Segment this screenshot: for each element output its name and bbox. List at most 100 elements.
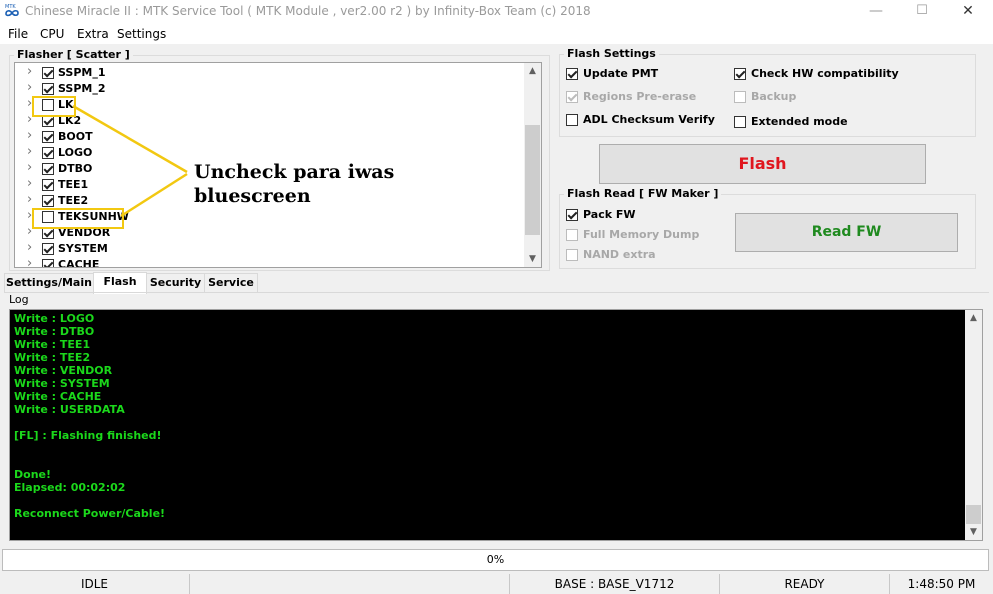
scroll-thumb[interactable] bbox=[525, 125, 540, 235]
maximize-button[interactable]: ☐ bbox=[899, 0, 945, 24]
partition-checkbox[interactable] bbox=[42, 163, 54, 175]
annotation-line-1: Uncheck para iwas bbox=[194, 161, 395, 183]
annotation-line-2: bluescreen bbox=[194, 185, 311, 207]
expand-arrow-icon[interactable]: › bbox=[27, 160, 32, 175]
partition-row[interactable]: › SSPM_2 bbox=[15, 80, 515, 97]
scroll-up-icon[interactable]: ▲ bbox=[524, 63, 541, 79]
option-label: Full Memory Dump bbox=[583, 228, 700, 241]
menu-extra[interactable]: Extra bbox=[77, 27, 109, 41]
minimize-button[interactable]: — bbox=[853, 0, 899, 24]
option-label: Backup bbox=[751, 90, 797, 103]
partition-checkbox[interactable] bbox=[42, 243, 54, 255]
log-line: Write : VENDOR bbox=[14, 364, 113, 377]
option-checkbox[interactable] bbox=[734, 68, 746, 80]
option-checkbox bbox=[566, 91, 578, 103]
partition-checkbox[interactable] bbox=[42, 195, 54, 207]
expand-arrow-icon[interactable]: › bbox=[27, 128, 32, 143]
partition-label: LOGO bbox=[58, 146, 93, 159]
menu-bar: File CPU Extra Settings bbox=[0, 24, 993, 44]
expand-arrow-icon[interactable]: › bbox=[27, 192, 32, 207]
option-checkbox[interactable] bbox=[566, 68, 578, 80]
partition-checkbox[interactable] bbox=[42, 83, 54, 95]
flash-read-title: Flash Read [ FW Maker ] bbox=[564, 187, 722, 200]
annotation-text: Uncheck para iwas bluescreen bbox=[194, 160, 394, 208]
svg-text:MTK: MTK bbox=[5, 4, 16, 10]
log-scrollbar[interactable]: ▲ ▼ bbox=[965, 310, 982, 540]
partition-checkbox[interactable] bbox=[42, 259, 54, 267]
highlight-teksunhw bbox=[32, 208, 124, 229]
highlight-lk bbox=[32, 96, 76, 117]
close-button[interactable]: ✕ bbox=[945, 0, 991, 24]
partition-checkbox[interactable] bbox=[42, 179, 54, 191]
partition-label: SSPM_1 bbox=[58, 66, 106, 79]
log-line: Write : CACHE bbox=[14, 390, 102, 403]
status-bar: IDLE BASE : BASE_V1712 READY 1:48:50 PM bbox=[0, 574, 993, 594]
log-line: [FL] : Flashing finished! bbox=[14, 429, 162, 442]
tab-divider bbox=[4, 292, 989, 293]
flash-button-label: Flash bbox=[738, 154, 787, 173]
option-label: Pack FW bbox=[583, 208, 636, 221]
mtk-infinity-icon: MTK bbox=[5, 4, 19, 17]
log-scroll-up-icon[interactable]: ▲ bbox=[965, 310, 982, 326]
menu-file[interactable]: File bbox=[8, 27, 28, 41]
log-line: Reconnect Power/Cable! bbox=[14, 507, 166, 520]
partition-row[interactable]: › SSPM_1 bbox=[15, 64, 515, 81]
option-checkbox bbox=[734, 91, 746, 103]
read-fw-button-label: Read FW bbox=[811, 224, 882, 240]
flasher-title: Flasher [ Scatter ] bbox=[14, 48, 133, 61]
log-scroll-down-icon[interactable]: ▼ bbox=[965, 524, 982, 540]
partition-row[interactable]: › LK2 bbox=[15, 112, 515, 129]
partition-row[interactable]: › BOOT bbox=[15, 128, 515, 145]
expand-arrow-icon[interactable]: › bbox=[27, 240, 32, 255]
tab-flash[interactable]: Flash bbox=[93, 272, 147, 294]
expand-arrow-icon[interactable]: › bbox=[27, 144, 32, 159]
scroll-down-icon[interactable]: ▼ bbox=[524, 251, 541, 267]
option-checkbox bbox=[566, 229, 578, 241]
log-line: Write : LOGO bbox=[14, 312, 95, 325]
option-label: Update PMT bbox=[583, 67, 659, 80]
title-bar: MTK Chinese Miracle II : MTK Service Too… bbox=[0, 0, 993, 24]
partition-row[interactable]: › LK bbox=[15, 96, 515, 113]
status-base: BASE : BASE_V1712 bbox=[510, 574, 720, 594]
tree-scrollbar[interactable]: ▲ ▼ bbox=[524, 63, 541, 267]
menu-cpu[interactable]: CPU bbox=[40, 27, 64, 41]
read-fw-button[interactable]: Read FW bbox=[735, 213, 958, 252]
log-line: Done! bbox=[14, 468, 51, 481]
log-line: Write : TEE1 bbox=[14, 338, 91, 351]
expand-arrow-icon[interactable]: › bbox=[27, 256, 32, 267]
log-line: Write : TEE2 bbox=[14, 351, 91, 364]
flash-settings-title: Flash Settings bbox=[564, 47, 659, 60]
partition-row[interactable]: › LOGO bbox=[15, 144, 515, 161]
window-title: Chinese Miracle II : MTK Service Tool ( … bbox=[25, 4, 591, 18]
log-scroll-thumb[interactable] bbox=[966, 505, 981, 524]
log-line: Write : SYSTEM bbox=[14, 377, 110, 390]
option-checkbox[interactable] bbox=[566, 209, 578, 221]
option-checkbox[interactable] bbox=[566, 114, 578, 126]
partition-checkbox[interactable] bbox=[42, 67, 54, 79]
option-checkbox[interactable] bbox=[734, 116, 746, 128]
log-console[interactable]: Write : LOGO Write : DTBO Write : TEE1 Writ… bbox=[9, 309, 983, 541]
partition-checkbox[interactable] bbox=[42, 147, 54, 159]
partition-checkbox[interactable] bbox=[42, 131, 54, 143]
status-state: IDLE bbox=[0, 574, 190, 594]
partition-label: TEE2 bbox=[58, 194, 89, 207]
partition-label: BOOT bbox=[58, 130, 93, 143]
partition-label: TEE1 bbox=[58, 178, 89, 191]
progress-bar: 0% bbox=[2, 549, 989, 571]
expand-arrow-icon[interactable]: › bbox=[27, 80, 32, 95]
expand-arrow-icon[interactable]: › bbox=[27, 64, 32, 79]
status-time: 1:48:50 PM bbox=[907, 577, 976, 591]
log-line: Write : DTBO bbox=[14, 325, 95, 338]
flash-button[interactable]: Flash bbox=[599, 144, 926, 184]
partition-row[interactable]: › SYSTEM bbox=[15, 240, 515, 257]
tab-service[interactable]: Service bbox=[204, 273, 258, 293]
tab-security[interactable]: Security bbox=[146, 273, 205, 293]
expand-arrow-icon[interactable]: › bbox=[27, 176, 32, 191]
option-label: Regions Pre-erase bbox=[583, 90, 697, 103]
partition-label: SYSTEM bbox=[58, 242, 108, 255]
option-checkbox bbox=[566, 249, 578, 261]
partition-row[interactable]: › CACHE bbox=[15, 256, 515, 268]
partition-label: CACHE bbox=[58, 258, 100, 268]
menu-settings[interactable]: Settings bbox=[117, 27, 166, 41]
tab-settings-main[interactable]: Settings/Main bbox=[4, 273, 94, 293]
